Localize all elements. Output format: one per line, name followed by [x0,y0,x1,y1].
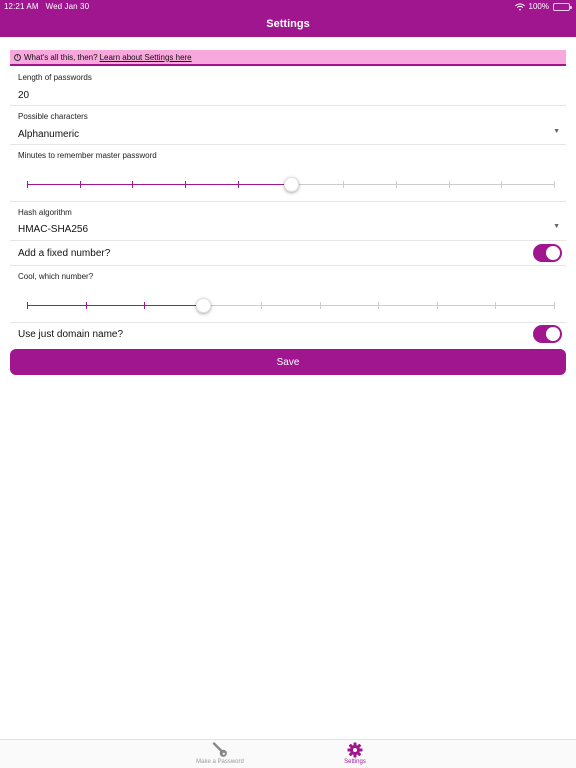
hash-row[interactable]: Hash algorithm HMAC-SHA256 ▼ [10,202,566,241]
wifi-icon [514,3,525,10]
characters-select[interactable]: Alphanumeric [18,129,79,140]
slider-tick [495,302,497,309]
slider-tick [79,181,81,188]
slider-tick [395,181,397,188]
slider-tick [554,181,555,188]
save-button[interactable]: Save [10,349,566,375]
fixed-number-row: Add a fixed number? [10,241,566,266]
slider-thumb[interactable] [283,177,299,192]
tab-label: Make a Password [196,759,244,765]
slider-tick [554,302,555,309]
slider-active-track [27,305,203,306]
tab-settings[interactable]: Settings [315,742,395,765]
key-icon [212,742,227,757]
info-icon: i [14,53,21,61]
gear-icon [347,742,363,758]
info-banner: i What's all this, then? Learn about Set… [10,50,566,66]
tab-bar: Make a Password Settings [0,739,576,768]
battery-percent: 100% [528,2,549,11]
length-label: Length of passwords [18,73,92,82]
which-number-row: Cool, which number? [10,266,566,323]
slider-active-track [27,184,291,185]
toggle-knob [546,246,560,260]
status-right: 100% [514,2,572,11]
app-header: 12:21 AM Wed Jan 30 100% Settings [0,0,576,37]
which-number-label: Cool, which number? [18,272,94,281]
page-title: Settings [266,18,310,30]
slider-thumb[interactable] [195,298,211,313]
minutes-row: Minutes to remember master password [10,145,566,202]
settings-help-link[interactable]: Learn about Settings here [100,53,192,62]
slider-tick [448,181,450,188]
battery-icon [553,2,572,11]
slider-tick [261,302,263,309]
slider-tick [132,181,134,188]
slider-tick [185,181,187,188]
slider-tick [343,181,345,188]
hash-label: Hash algorithm [18,208,72,217]
dropdown-arrow-icon[interactable]: ▼ [553,223,560,230]
domain-row: Use just domain name? [10,323,566,347]
characters-label: Possible characters [18,112,88,121]
slider-tick [144,302,146,309]
length-row: Length of passwords 20 [10,67,566,106]
toggle-knob [546,327,560,341]
tab-label: Settings [344,759,366,765]
fixed-number-label: Add a fixed number? [18,248,111,259]
dropdown-arrow-icon[interactable]: ▼ [553,128,560,135]
which-number-slider[interactable] [27,298,555,313]
slider-tick [27,302,28,309]
slider-tick [378,302,380,309]
minutes-slider[interactable] [27,177,555,192]
status-date: Wed Jan 30 [45,2,90,11]
domain-toggle[interactable] [533,325,562,343]
slider-tick [237,181,239,188]
slider-tick [85,302,87,309]
length-input[interactable]: 20 [18,90,29,101]
info-text: What's all this, then? [24,52,98,62]
minutes-label: Minutes to remember master password [18,151,157,160]
tab-make-password[interactable]: Make a Password [180,742,260,765]
slider-tick [27,181,28,188]
status-time: 12:21 AM [4,2,39,11]
fixed-number-toggle[interactable] [533,244,562,262]
slider-tick [319,302,321,309]
hash-select[interactable]: HMAC-SHA256 [18,224,88,235]
domain-label: Use just domain name? [18,329,124,340]
status-bar: 12:21 AM Wed Jan 30 [4,2,89,11]
slider-tick [436,302,438,309]
slider-tick [501,181,503,188]
characters-row[interactable]: Possible characters Alphanumeric ▼ [10,106,566,145]
